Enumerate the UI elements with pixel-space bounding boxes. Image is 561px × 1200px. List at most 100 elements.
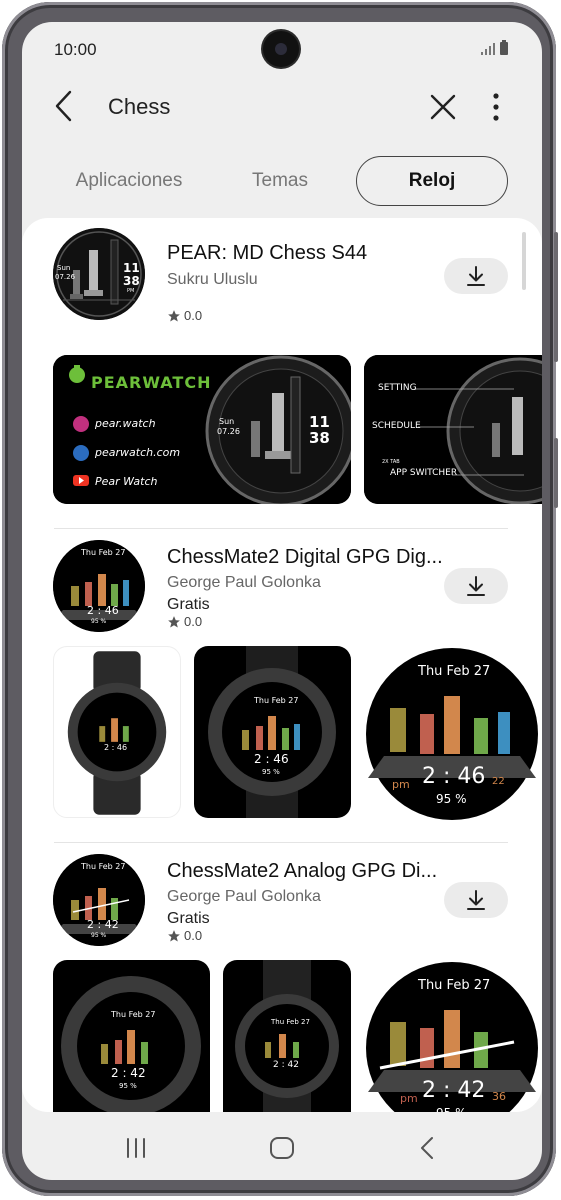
status-bar: 10:00 — [22, 22, 542, 74]
banner-brand: PEARWATCH — [91, 373, 212, 392]
download-button[interactable] — [444, 568, 508, 604]
guide-label: SETTING — [378, 383, 417, 393]
star-icon — [168, 309, 180, 322]
face-date: Thu Feb 27 — [418, 664, 491, 679]
screen: 10:00 Chess Aplicaciones Temas Reloj Sun… — [22, 22, 542, 1180]
face-date: 07.26 — [55, 273, 76, 281]
search-app-bar: Chess — [22, 84, 542, 128]
guide-label: APP SWITCHER — [390, 468, 458, 478]
face-ampm: pm — [400, 1092, 418, 1105]
divider — [54, 842, 508, 843]
developer-name: Sukru Uluslu — [167, 271, 258, 288]
rating: 0.0 — [167, 928, 202, 943]
download-button[interactable] — [444, 258, 508, 294]
app-name[interactable]: ChessMate2 Analog GPG Di... — [167, 860, 437, 883]
app-name[interactable]: PEAR: MD Chess S44 — [167, 242, 367, 265]
face-ampm: PM — [127, 288, 135, 294]
power-button — [554, 438, 558, 508]
download-icon — [467, 890, 485, 910]
close-icon[interactable] — [426, 90, 460, 124]
rating: 0.0 — [167, 308, 202, 323]
face-time: 2 : 46 — [104, 743, 128, 752]
face-date: Thu Feb 27 — [111, 1010, 156, 1019]
face-date: Thu Feb 27 — [81, 862, 126, 871]
banner-link: pear.watch — [95, 417, 156, 430]
face-time: 2 : 46 — [87, 604, 119, 617]
search-query[interactable]: Chess — [108, 94, 170, 120]
screenshot-watch-black[interactable]: Thu Feb 27 2 : 42 — [223, 960, 351, 1112]
banner-link: Pear Watch — [95, 475, 158, 488]
face-day: Sun — [57, 264, 71, 272]
screenshot-watch-white[interactable]: 2 : 46 — [53, 646, 181, 818]
banner-link: pearwatch.com — [95, 446, 181, 459]
face-date: Thu Feb 27 — [81, 548, 126, 557]
price-label: Gratis — [167, 596, 210, 613]
results-list[interactable]: Sun 07.26 11 38 PM PEAR: MD Chess S44 Su… — [22, 218, 542, 1112]
battery-icon — [500, 40, 508, 55]
status-icons — [481, 40, 508, 55]
back-nav-icon[interactable] — [408, 1128, 448, 1168]
navigation-bar — [22, 1120, 542, 1174]
screenshot-guide[interactable]: SETTING SCHEDULE 2X TAB APP SWITCHER — [364, 355, 542, 504]
face-time: 2 : 46 — [254, 752, 289, 766]
face-value: 22 — [492, 776, 505, 787]
screenshot-watch-face[interactable]: Thu Feb 27 2 : 42 pm 36 95 % — [364, 960, 540, 1112]
guide-label: SCHEDULE — [372, 421, 421, 431]
face-battery: 95 % — [262, 768, 280, 776]
face-date: Thu Feb 27 — [271, 1018, 310, 1026]
phone-frame: 10:00 Chess Aplicaciones Temas Reloj Sun… — [2, 2, 558, 1196]
star-icon — [168, 929, 180, 942]
more-vertical-icon[interactable] — [484, 90, 508, 124]
face-battery: 95 % — [119, 1082, 137, 1090]
face-date: Thu Feb 27 — [254, 696, 299, 705]
guide-small-label: 2X TAB — [382, 459, 400, 465]
face-value: 36 — [492, 1090, 506, 1103]
app-name[interactable]: ChessMate2 Digital GPG Dig... — [167, 546, 443, 569]
rating-value: 0.0 — [184, 614, 203, 629]
face-time: 2 : 42 — [422, 1078, 486, 1103]
tab-temas[interactable]: Temas — [238, 156, 322, 206]
face-date: Thu Feb 27 — [418, 978, 491, 993]
status-time: 10:00 — [54, 40, 97, 59]
face-minute: 38 — [309, 429, 330, 447]
face-time: 2 : 42 — [273, 1060, 299, 1070]
category-tabs: Aplicaciones Temas Reloj — [22, 156, 542, 206]
divider — [54, 528, 508, 529]
app-icon[interactable]: Sun 07.26 11 38 PM — [53, 228, 145, 320]
app-icon[interactable]: Thu Feb 27 2 : 42 95 % — [53, 854, 145, 946]
tab-reloj[interactable]: Reloj — [356, 156, 508, 206]
developer-name: George Paul Golonka — [167, 888, 321, 905]
home-icon[interactable] — [262, 1128, 302, 1168]
face-day: Sun — [219, 417, 235, 426]
screenshot-watch-black[interactable]: Thu Feb 27 2 : 46 95 % — [194, 646, 351, 818]
rating-value: 0.0 — [184, 308, 203, 323]
star-icon — [168, 615, 180, 628]
app-icon[interactable]: Thu Feb 27 2 : 46 95 % — [53, 540, 145, 632]
volume-button — [554, 232, 558, 362]
face-battery: 95 % — [91, 618, 107, 625]
face-battery: 95 % — [436, 1106, 467, 1112]
face-time: 2 : 42 — [87, 918, 119, 931]
back-arrow-icon[interactable] — [50, 88, 80, 124]
face-ampm: pm — [392, 778, 410, 791]
tab-aplicaciones[interactable]: Aplicaciones — [56, 156, 202, 206]
face-battery: 95 % — [91, 932, 107, 939]
face-date: 07.26 — [217, 427, 240, 436]
screenshot-watch-face[interactable]: Thu Feb 27 2 : 46 pm 22 95 % — [364, 646, 540, 822]
face-time: 2 : 42 — [111, 1066, 146, 1080]
face-time: 2 : 46 — [422, 764, 486, 789]
download-button[interactable] — [444, 882, 508, 918]
recent-apps-icon[interactable] — [116, 1128, 156, 1168]
download-icon — [467, 266, 485, 286]
rating: 0.0 — [167, 614, 202, 629]
face-battery: 95 % — [436, 792, 467, 806]
developer-name: George Paul Golonka — [167, 574, 321, 591]
rating-value: 0.0 — [184, 928, 203, 943]
face-minute: 38 — [123, 274, 140, 288]
signal-icon — [481, 43, 495, 55]
screenshot-watch-black[interactable]: Thu Feb 27 2 : 42 95 % — [53, 960, 210, 1112]
scrollbar[interactable] — [522, 232, 526, 290]
screenshot-banner[interactable]: PEARWATCH pear.watch pearwatch.com Pear … — [53, 355, 351, 504]
download-icon — [467, 576, 485, 596]
front-camera — [263, 31, 299, 67]
